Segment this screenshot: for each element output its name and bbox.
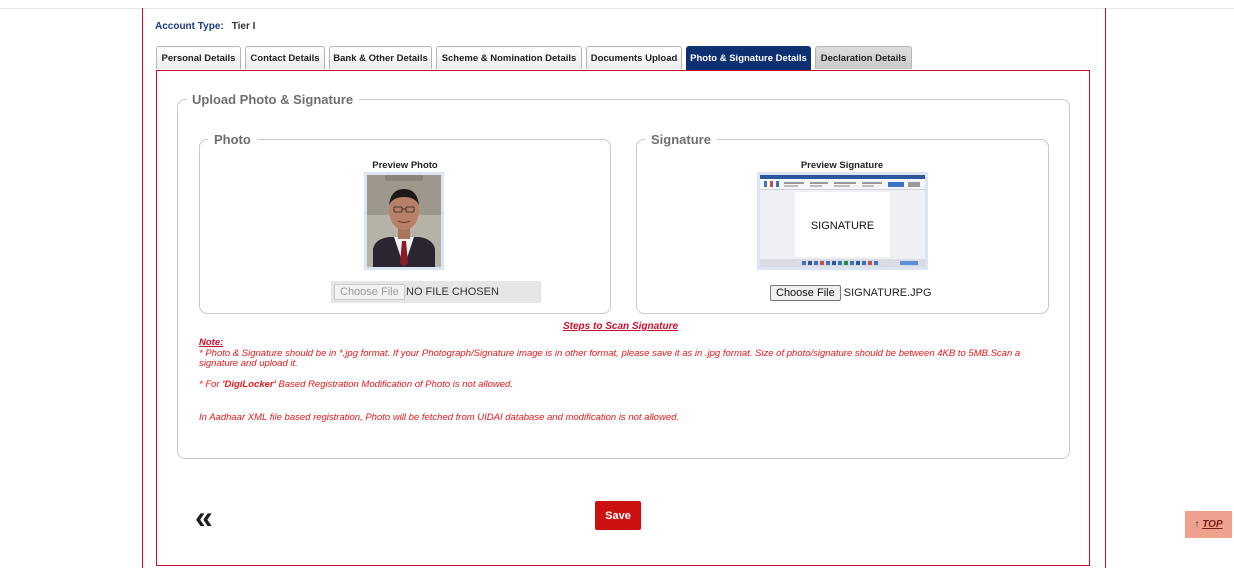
photo-file-input[interactable]: Choose File NO FILE CHOSEN — [331, 281, 541, 303]
signature-file-name: SIGNATURE.JPG — [843, 287, 932, 299]
up-arrow-icon: ↑ — [1194, 519, 1200, 530]
note-digilocker: * For 'DigiLocker' Based Registration Mo… — [199, 378, 1049, 391]
signature-choose-file-button[interactable]: Choose File — [770, 285, 841, 301]
scroll-to-top-button[interactable]: ↑ TOP — [1185, 511, 1232, 538]
section-title: Upload Photo & Signature — [192, 92, 354, 107]
photo-preview — [364, 172, 444, 270]
top-label: TOP — [1202, 519, 1223, 530]
notes-block: Note: * Photo & Signature should be in *… — [199, 337, 1049, 424]
preview-photo-label: Preview Photo — [372, 160, 438, 171]
note-format-size: * Photo & Signature should be in *.jpg f… — [199, 347, 1021, 369]
note-header: Note: — [199, 337, 224, 348]
note-digilocker-bold: 'DigiLocker' — [222, 378, 276, 390]
signature-legend: Signature — [651, 132, 711, 147]
account-type-value: Tier I — [231, 21, 256, 32]
tab-scheme-nomination-details[interactable]: Scheme & Nomination Details — [436, 46, 582, 69]
note-digilocker-suffix: Based Registration Modification of Photo… — [275, 378, 513, 390]
note-digilocker-prefix: * For — [199, 378, 223, 390]
steps-to-scan-signature-link[interactable]: Steps to Scan Signature — [563, 321, 678, 332]
photo-file-name: NO FILE CHOSEN — [406, 286, 499, 298]
signature-preview-text: SIGNATURE — [811, 220, 874, 232]
account-type-label: Account Type: — [155, 21, 224, 32]
back-double-chevron-icon[interactable]: « — [195, 501, 213, 533]
signature-file-input[interactable]: Choose File SIGNATURE.JPG — [770, 285, 932, 301]
signature-image: SIGNATURE — [760, 175, 925, 267]
tab-declaration-details[interactable]: Declaration Details — [815, 46, 912, 69]
tab-photo-signature-details[interactable]: Photo & Signature Details — [686, 46, 811, 70]
preview-signature-label: Preview Signature — [800, 160, 884, 171]
tab-documents-upload[interactable]: Documents Upload — [586, 46, 682, 69]
person-photo-image — [367, 175, 441, 267]
tab-contact-details[interactable]: Contact Details — [245, 46, 325, 69]
photo-choose-file-button[interactable]: Choose File — [334, 284, 405, 300]
account-type: Account Type: Tier I — [155, 21, 255, 32]
save-button[interactable]: Save — [595, 501, 641, 530]
tab-bank-other-details[interactable]: Bank & Other Details — [329, 46, 432, 69]
note-aadhaar: In Aadhaar XML file based registration, … — [199, 412, 680, 423]
photo-legend: Photo — [214, 132, 251, 147]
signature-preview: SIGNATURE — [757, 172, 928, 270]
tab-personal-details[interactable]: Personal Details — [156, 46, 241, 69]
